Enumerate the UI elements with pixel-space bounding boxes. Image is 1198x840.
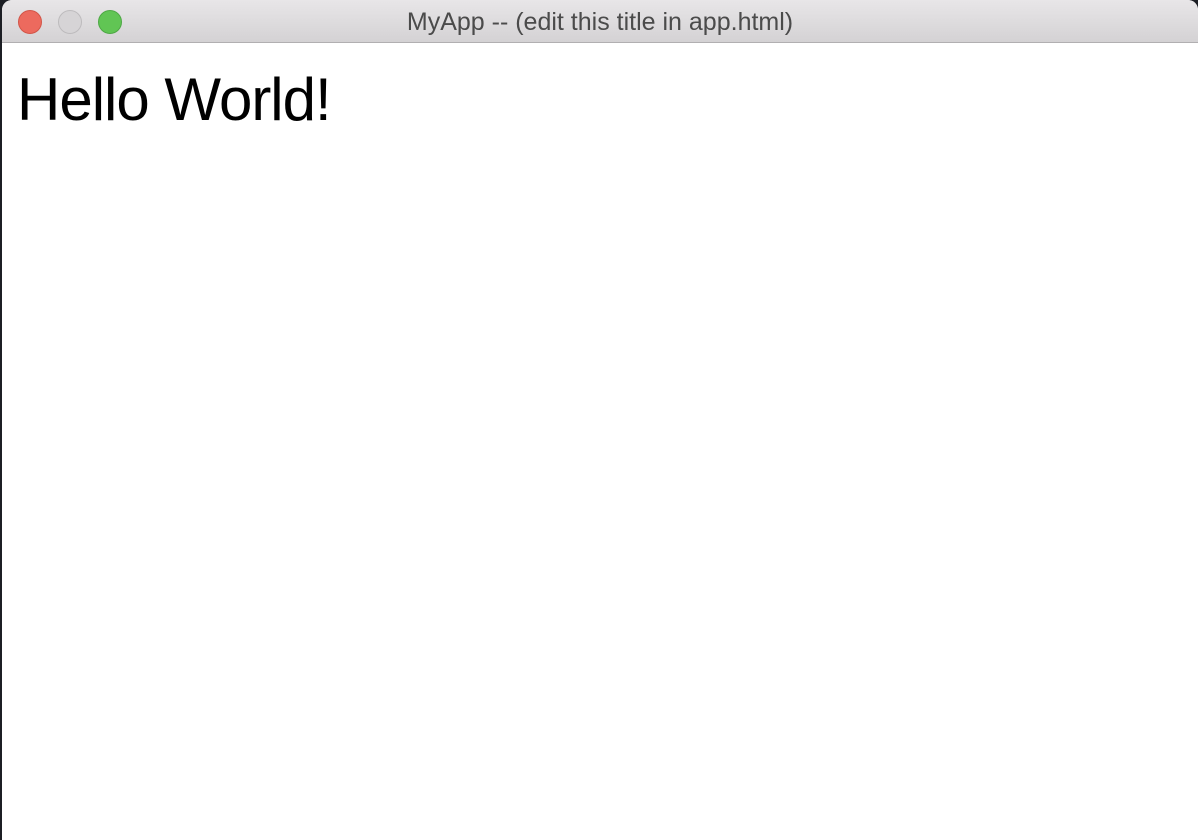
title-bar[interactable]: MyApp -- (edit this title in app.html) (2, 0, 1198, 43)
window-content: Hello World! (2, 43, 1198, 131)
window-title: MyApp -- (edit this title in app.html) (406, 8, 794, 36)
page-heading: Hello World! (17, 66, 332, 133)
app-window: MyApp -- (edit this title in app.html) H… (2, 0, 1198, 840)
